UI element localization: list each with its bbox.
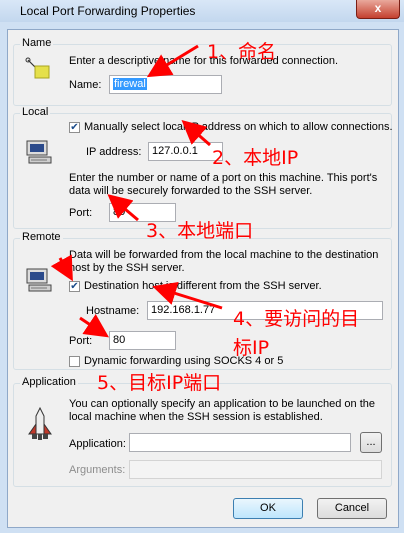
annotation-2: 2、本地IP xyxy=(212,147,299,169)
annotation-arrows xyxy=(50,44,223,338)
annotation-4-line1: 4、要访问的目 xyxy=(233,308,360,330)
annotation-1: 1、命名 xyxy=(207,41,277,63)
annotation-3: 3、本地端口 xyxy=(146,220,254,242)
annotation-arrow-5 xyxy=(79,314,109,338)
annotation-arrow-1 xyxy=(146,44,199,78)
annotation-arrow-4a xyxy=(50,254,73,282)
annotation-5: 5、目标IP端口 xyxy=(97,372,222,394)
annotation-arrow-3 xyxy=(107,194,139,222)
annotation-4-line2: 标IP xyxy=(233,337,270,359)
annotation-arrow-4b xyxy=(152,281,223,310)
annotation-arrow-2 xyxy=(181,120,211,147)
